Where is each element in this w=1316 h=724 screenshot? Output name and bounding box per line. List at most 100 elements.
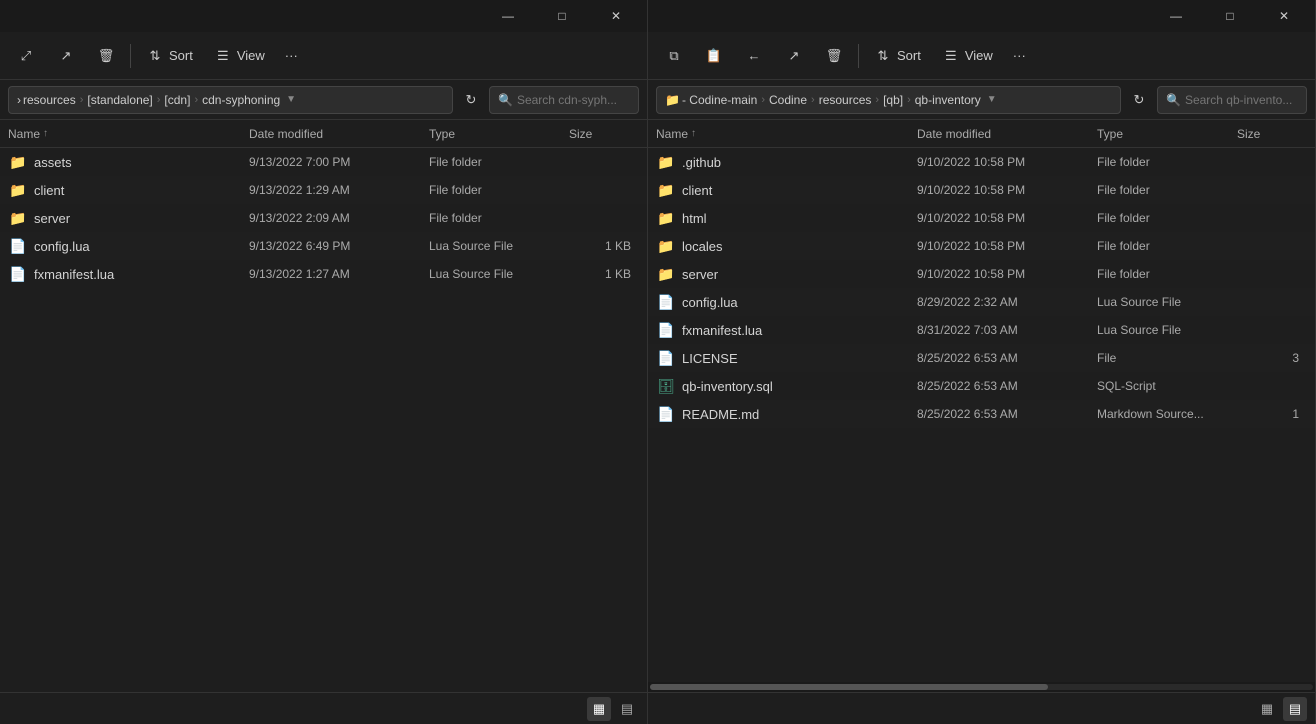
right-share-button[interactable]: ↗: [776, 38, 812, 74]
right-refresh-button[interactable]: ↻: [1125, 86, 1153, 114]
delete-icon: 🗑: [96, 46, 116, 66]
table-row[interactable]: 📁 assets 9/13/2022 7:00 PM File folder: [0, 148, 647, 176]
folder-icon: 📁: [8, 180, 28, 200]
breadcrumb-item-0[interactable]: ›: [17, 93, 21, 107]
left-sort-button[interactable]: ⇅ Sort: [137, 38, 201, 74]
table-row[interactable]: 📁 client 9/13/2022 1:29 AM File folder: [0, 176, 647, 204]
view-icon: ☰: [213, 46, 233, 66]
left-expand-button[interactable]: ⤢: [8, 38, 44, 74]
right-search-input[interactable]: [1185, 93, 1298, 107]
file-name: server: [682, 267, 917, 282]
left-delete-button[interactable]: 🗑: [88, 38, 124, 74]
table-row[interactable]: 📄 README.md 8/25/2022 6:53 AM Markdown S…: [648, 400, 1315, 428]
table-row[interactable]: 📄 LICENSE 8/25/2022 6:53 AM File 3: [648, 344, 1315, 372]
right-breadcrumb[interactable]: 📁 - Codine-main › Codine › resources › […: [656, 86, 1121, 114]
right-col-size[interactable]: Size: [1237, 127, 1307, 141]
lua-icon: 📄: [656, 320, 676, 340]
right-col-date[interactable]: Date modified: [917, 127, 1097, 141]
left-more-button[interactable]: ···: [277, 38, 306, 74]
file-icon: 📄: [656, 348, 676, 368]
left-address-bar: › resources › [standalone] › [cdn] › cdn…: [0, 80, 647, 120]
left-file-list: 📁 assets 9/13/2022 7:00 PM File folder 📁…: [0, 148, 647, 692]
breadcrumb-prefix[interactable]: - Codine-main: [682, 93, 757, 107]
left-breadcrumb[interactable]: › resources › [standalone] › [cdn] › cdn…: [8, 86, 453, 114]
file-date: 8/25/2022 6:53 AM: [917, 351, 1097, 365]
left-list-view-button[interactable]: ▤: [615, 697, 639, 721]
right-view-button[interactable]: ☰ View: [933, 38, 1001, 74]
table-row[interactable]: 📁 locales 9/10/2022 10:58 PM File folder: [648, 232, 1315, 260]
search-icon: 🔍: [498, 93, 513, 107]
left-search-box[interactable]: 🔍: [489, 86, 639, 114]
table-row[interactable]: 📁 server 9/13/2022 2:09 AM File folder: [0, 204, 647, 232]
right-copy-button[interactable]: ⧉: [656, 38, 692, 74]
breadcrumb-folder-icon: 📁: [665, 93, 680, 107]
right-delete-button[interactable]: 🗑: [816, 38, 852, 74]
breadcrumb-qb[interactable]: [qb]: [883, 93, 903, 107]
left-col-size[interactable]: Size: [569, 127, 639, 141]
left-maximize-button[interactable]: □: [539, 0, 585, 32]
right-col-type[interactable]: Type: [1097, 127, 1237, 141]
left-search-input[interactable]: [517, 93, 630, 107]
breadcrumb-resources[interactable]: resources: [819, 93, 872, 107]
left-col-name[interactable]: Name ↑: [8, 127, 249, 141]
table-row[interactable]: 📁 .github 9/10/2022 10:58 PM File folder: [648, 148, 1315, 176]
file-type: File folder: [1097, 211, 1237, 225]
right-more-button[interactable]: ···: [1005, 38, 1034, 74]
left-grid-view-button[interactable]: ▦: [587, 697, 611, 721]
right-close-button[interactable]: ✕: [1261, 0, 1307, 32]
right-list-view-button[interactable]: ▤: [1283, 697, 1307, 721]
table-row[interactable]: 📄 fxmanifest.lua 8/31/2022 7:03 AM Lua S…: [648, 316, 1315, 344]
left-toolbar: ⤢ ↗ 🗑 ⇅ Sort ☰ View ···: [0, 32, 647, 80]
sql-icon: 🗄: [656, 376, 676, 396]
file-name: config.lua: [682, 295, 917, 310]
file-type: Markdown Source...: [1097, 407, 1237, 421]
right-search-box[interactable]: 🔍: [1157, 86, 1307, 114]
file-date: 9/13/2022 2:09 AM: [249, 211, 429, 225]
table-row[interactable]: 📄 config.lua 8/29/2022 2:32 AM Lua Sourc…: [648, 288, 1315, 316]
breadcrumb-qb-inventory[interactable]: qb-inventory: [915, 93, 981, 107]
file-type: Lua Source File: [1097, 323, 1237, 337]
right-col-name[interactable]: Name ↑: [656, 127, 917, 141]
file-size: 3: [1237, 351, 1307, 365]
folder-icon: 📁: [8, 152, 28, 172]
breadcrumb-item-2[interactable]: [standalone]: [87, 93, 152, 107]
breadcrumb-item-3[interactable]: [cdn]: [164, 93, 190, 107]
table-row[interactable]: 📄 fxmanifest.lua 9/13/2022 1:27 AM Lua S…: [0, 260, 647, 288]
file-type: File: [1097, 351, 1237, 365]
file-size: 1: [1237, 407, 1307, 421]
table-row[interactable]: 📁 client 9/10/2022 10:58 PM File folder: [648, 176, 1315, 204]
file-name: LICENSE: [682, 351, 917, 366]
right-sort-label: Sort: [897, 48, 921, 63]
more-icon-right: ···: [1013, 48, 1026, 63]
right-grid-view-button[interactable]: ▦: [1255, 697, 1279, 721]
right-maximize-button[interactable]: □: [1207, 0, 1253, 32]
left-minimize-button[interactable]: —: [485, 0, 531, 32]
table-row[interactable]: 📄 config.lua 9/13/2022 6:49 PM Lua Sourc…: [0, 232, 647, 260]
file-type: File folder: [1097, 183, 1237, 197]
right-minimize-button[interactable]: —: [1153, 0, 1199, 32]
left-close-button[interactable]: ✕: [593, 0, 639, 32]
sort-arrow-icon: ↑: [43, 128, 48, 139]
table-row[interactable]: 📁 html 9/10/2022 10:58 PM File folder: [648, 204, 1315, 232]
left-col-type[interactable]: Type: [429, 127, 569, 141]
right-paste-button[interactable]: 📋: [696, 38, 732, 74]
file-date: 9/13/2022 7:00 PM: [249, 155, 429, 169]
right-horizontal-scrollbar[interactable]: [648, 682, 1315, 692]
left-share-button[interactable]: ↗: [48, 38, 84, 74]
breadcrumb-item-1[interactable]: resources: [23, 93, 76, 107]
breadcrumb-item-4[interactable]: cdn-syphoning: [202, 93, 280, 107]
left-col-date[interactable]: Date modified: [249, 127, 429, 141]
breadcrumb-codine[interactable]: Codine: [769, 93, 807, 107]
left-view-button[interactable]: ☰ View: [205, 38, 273, 74]
lua-icon: 📄: [656, 292, 676, 312]
file-size: 1 KB: [569, 239, 639, 253]
left-refresh-button[interactable]: ↻: [457, 86, 485, 114]
right-back-button[interactable]: ←: [736, 38, 772, 74]
file-name: locales: [682, 239, 917, 254]
table-row[interactable]: 🗄 qb-inventory.sql 8/25/2022 6:53 AM SQL…: [648, 372, 1315, 400]
file-icon: 📄: [656, 404, 676, 424]
folder-icon: 📁: [656, 152, 676, 172]
file-type: Lua Source File: [429, 267, 569, 281]
table-row[interactable]: 📁 server 9/10/2022 10:58 PM File folder: [648, 260, 1315, 288]
right-sort-button[interactable]: ⇅ Sort: [865, 38, 929, 74]
